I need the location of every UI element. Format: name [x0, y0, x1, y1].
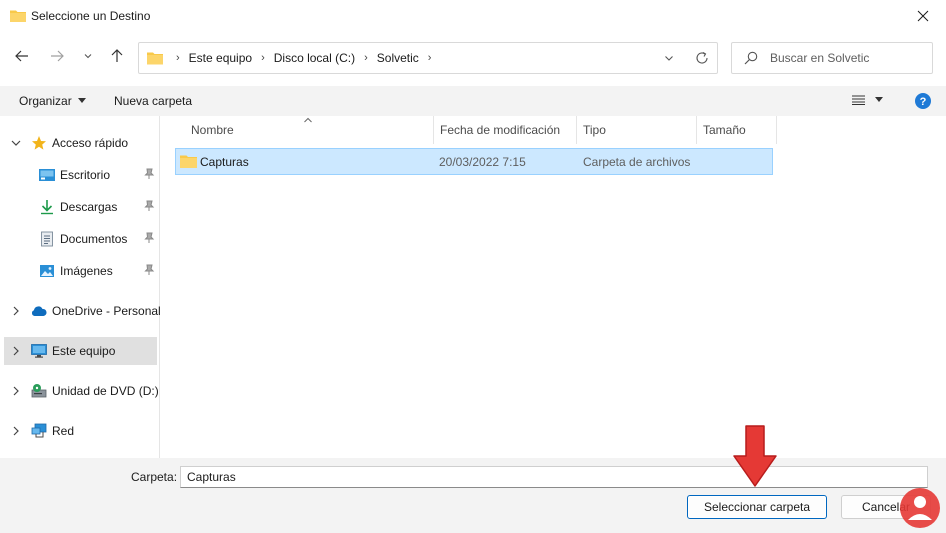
- organize-button[interactable]: Organizar: [19, 94, 86, 108]
- file-name: Capturas: [200, 155, 249, 169]
- network-icon: [31, 423, 47, 438]
- arrow-left-icon: [15, 50, 28, 62]
- folder-icon: [10, 10, 26, 22]
- dialog-footer: Carpeta: Seleccionar carpeta Cancelar: [0, 458, 946, 533]
- close-icon: [917, 10, 929, 22]
- chevron-right-icon: ›: [364, 52, 368, 64]
- search-icon: [744, 51, 758, 65]
- breadcrumb: › Este equipo › Disco local (C:) › Solve…: [167, 51, 440, 65]
- svg-text:?: ?: [920, 96, 927, 108]
- chevron-right-icon: [13, 346, 19, 356]
- column-header-size[interactable]: Tamaño: [697, 116, 777, 144]
- back-button[interactable]: [12, 46, 32, 66]
- column-header-label: Nombre: [191, 123, 234, 137]
- sidebar-item-desktop[interactable]: Escritorio: [4, 161, 157, 189]
- sidebar-item-label: OneDrive - Personal: [52, 304, 161, 318]
- pin-icon: [144, 168, 155, 179]
- column-header-name[interactable]: Nombre: [185, 116, 434, 144]
- chevron-right-icon: [13, 386, 19, 396]
- arrow-right-icon: [51, 50, 64, 62]
- chevron-right-icon: [13, 426, 19, 436]
- chevron-right-icon: ›: [427, 52, 432, 64]
- view-options-button[interactable]: [852, 95, 883, 105]
- table-row[interactable]: Capturas 20/03/2022 7:15 Carpeta de arch…: [175, 148, 773, 175]
- pin-icon: [144, 232, 155, 243]
- search-box: [731, 42, 933, 74]
- pin-icon: [144, 200, 155, 211]
- sidebar-item-network[interactable]: Red: [4, 417, 157, 445]
- file-list: Nombre Fecha de modificación Tipo Tamaño…: [161, 116, 946, 458]
- documents-icon: [41, 231, 53, 247]
- chevron-right-icon: ›: [176, 52, 180, 64]
- search-input[interactable]: [770, 49, 925, 67]
- sidebar-item-label: Unidad de DVD (D:): [52, 384, 159, 398]
- breadcrumb-este-equipo[interactable]: Este equipo: [189, 51, 252, 65]
- sidebar-item-downloads[interactable]: Descargas: [4, 193, 157, 221]
- computer-icon: [31, 344, 47, 358]
- sidebar-item-documents[interactable]: Documentos: [4, 225, 157, 253]
- chevron-down-icon[interactable]: [663, 52, 675, 64]
- column-header-label: Fecha de modificación: [440, 123, 561, 137]
- chevron-down-icon: [11, 140, 21, 146]
- recent-locations-button[interactable]: [78, 46, 98, 66]
- command-bar: Organizar Nueva carpeta: [0, 86, 946, 116]
- title-bar: Seleccione un Destino: [0, 0, 946, 32]
- file-modified: 20/03/2022 7:15: [439, 155, 526, 169]
- sidebar-item-label: Red: [52, 424, 75, 438]
- refresh-icon[interactable]: [694, 50, 710, 66]
- column-header-label: Tamaño: [703, 123, 746, 137]
- navigation-pane: Acceso rápido Escritorio Descargas Docum…: [0, 116, 161, 458]
- column-header-modified[interactable]: Fecha de modificación: [434, 116, 577, 144]
- sidebar-item-label: Documentos: [60, 232, 128, 246]
- column-header-type[interactable]: Tipo: [577, 116, 697, 144]
- select-folder-button[interactable]: Seleccionar carpeta: [687, 495, 827, 519]
- new-folder-button[interactable]: Nueva carpeta: [114, 94, 192, 108]
- onedrive-icon: [31, 306, 47, 316]
- dvd-icon: [31, 384, 47, 398]
- breadcrumb-disco-local[interactable]: Disco local (C:): [274, 51, 355, 65]
- pictures-icon: [40, 265, 54, 277]
- chevron-right-icon: ›: [261, 52, 265, 64]
- sidebar-item-label: Descargas: [60, 200, 118, 214]
- file-type: Carpeta de archivos: [583, 155, 691, 169]
- desktop-icon: [39, 169, 55, 181]
- sort-up-icon: [304, 117, 312, 123]
- annotation-arrow-icon: [733, 425, 777, 487]
- sidebar-item-label: Acceso rápido: [52, 136, 129, 150]
- folder-label: Carpeta:: [131, 470, 178, 484]
- chevron-down-icon: [84, 54, 92, 59]
- sidebar-item-label: Este equipo: [52, 344, 116, 358]
- close-button[interactable]: [900, 0, 946, 32]
- folder-name-input[interactable]: [180, 466, 928, 488]
- caret-down-icon: [875, 97, 883, 102]
- solvetic-logo-icon: [900, 488, 940, 528]
- help-icon[interactable]: ?: [915, 93, 931, 109]
- address-bar[interactable]: › Este equipo › Disco local (C:) › Solve…: [138, 42, 718, 74]
- list-view-icon: [852, 95, 865, 105]
- folder-icon: [147, 52, 163, 65]
- organize-label: Organizar: [19, 94, 72, 108]
- sidebar-item-quick-access[interactable]: Acceso rápido: [4, 129, 157, 157]
- download-icon: [41, 200, 53, 215]
- sidebar-item-this-pc[interactable]: Este equipo: [4, 337, 157, 365]
- breadcrumb-solvetic[interactable]: Solvetic: [377, 51, 419, 65]
- forward-button[interactable]: [47, 46, 67, 66]
- up-button[interactable]: [107, 46, 127, 66]
- sidebar-item-onedrive[interactable]: OneDrive - Personal: [4, 297, 161, 325]
- folder-icon: [180, 155, 197, 168]
- column-header-label: Tipo: [583, 123, 606, 137]
- chevron-right-icon: [13, 306, 19, 316]
- sidebar-item-dvd-drive[interactable]: Unidad de DVD (D:): [4, 377, 159, 405]
- sidebar-item-pictures[interactable]: Imágenes: [4, 257, 157, 285]
- window-title: Seleccione un Destino: [31, 9, 151, 23]
- arrow-up-icon: [111, 49, 123, 62]
- sidebar-item-label: Imágenes: [60, 264, 113, 278]
- caret-down-icon: [77, 98, 86, 103]
- star-icon: [32, 136, 46, 150]
- sidebar-item-label: Escritorio: [60, 168, 111, 182]
- pin-icon: [144, 264, 155, 275]
